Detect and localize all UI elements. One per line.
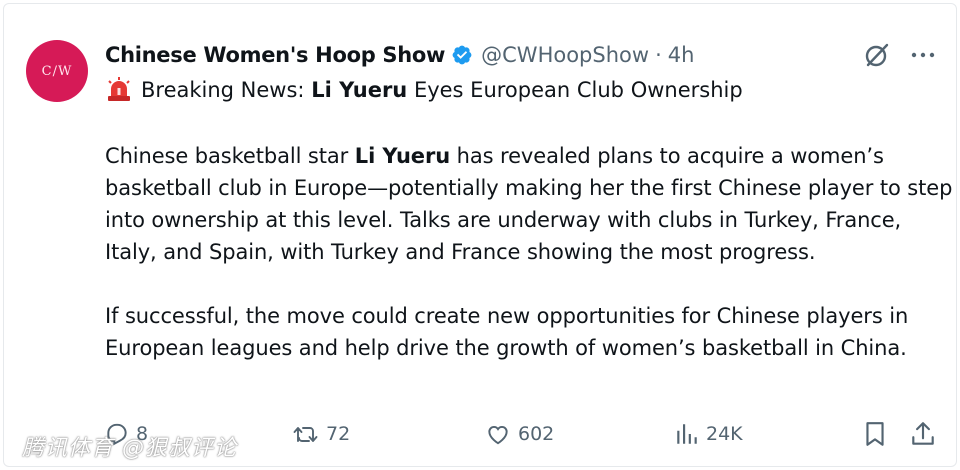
views-icon xyxy=(677,424,697,444)
repost-button[interactable]: 72 xyxy=(292,416,350,452)
views-button[interactable]: 24K xyxy=(674,416,743,452)
like-button[interactable]: 602 xyxy=(484,416,554,452)
watermark: 腾讯体育 @狠叔评论 xyxy=(22,436,237,461)
headline: Breaking News: Li Yueru Eyes European Cl… xyxy=(105,76,743,104)
siren-icon xyxy=(108,77,130,101)
top-actions xyxy=(846,40,938,70)
handle[interactable]: @CWHoopShow xyxy=(481,43,649,67)
grok-icon[interactable] xyxy=(862,40,892,70)
avatar-text: C/W xyxy=(41,63,73,79)
share-icon xyxy=(912,422,934,445)
separator-dot: · xyxy=(655,43,662,67)
tweet-paragraph-1: Chinese basketball star Li Yueru has rev… xyxy=(105,140,955,268)
headline-name: Li Yueru xyxy=(311,78,408,102)
bookmark-button[interactable] xyxy=(862,416,894,452)
p1-bold: Li Yueru xyxy=(354,144,451,168)
share-button[interactable] xyxy=(910,416,942,452)
timestamp[interactable]: 4h xyxy=(668,43,695,67)
tweet-header: Chinese Women's Hoop Show @CWHoopShow · … xyxy=(105,40,694,70)
like-icon xyxy=(488,425,508,445)
repost-icon xyxy=(293,427,318,442)
like-count: 602 xyxy=(518,423,555,445)
repost-count: 72 xyxy=(326,423,351,445)
views-count: 24K xyxy=(706,423,743,445)
tweet-card: C/W Chinese Women's Hoop Show @CWHoopSho… xyxy=(3,3,957,467)
more-options-icon[interactable] xyxy=(908,40,938,70)
verified-badge-icon xyxy=(452,45,472,65)
headline-prefix: Breaking News: xyxy=(141,78,312,102)
avatar[interactable]: C/W xyxy=(26,40,88,102)
display-name[interactable]: Chinese Women's Hoop Show xyxy=(105,43,445,67)
bookmark-icon xyxy=(866,422,884,446)
p1-start: Chinese basketball star xyxy=(105,144,355,168)
headline-rest: Eyes European Club Ownership xyxy=(407,78,743,102)
tweet-paragraph-2: If successful, the move could create new… xyxy=(105,304,909,360)
